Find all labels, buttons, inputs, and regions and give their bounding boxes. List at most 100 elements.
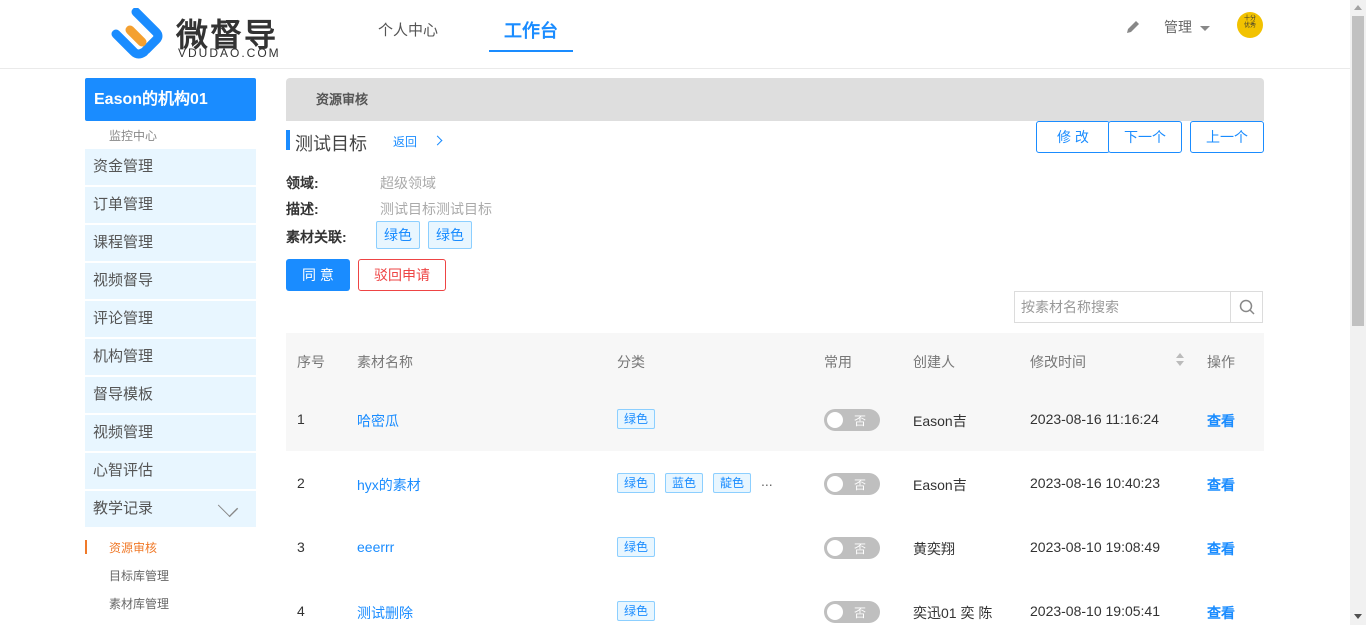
sidebar-item-orders[interactable]: 订单管理 [85, 187, 256, 223]
sidebar-item-assessment[interactable]: 心智评估 [85, 453, 256, 489]
scroll-down-icon[interactable] [1354, 614, 1362, 619]
domain-value: 超级领域 [380, 175, 436, 191]
category-tag: 绿色 [617, 473, 656, 493]
creator: 黄奕翔 [913, 541, 955, 557]
sidebar-item-comments[interactable]: 评论管理 [85, 301, 256, 337]
material-name-link[interactable]: eeerrr [357, 539, 394, 555]
modified-time: 2023-08-10 19:08:49 [1030, 539, 1160, 555]
page-title: 测试目标 [295, 134, 367, 154]
logo-mark-icon [111, 8, 163, 59]
common-toggle[interactable]: 否 [824, 537, 880, 559]
material-tag: 绿色 [376, 221, 420, 249]
previous-button[interactable]: 上一个 [1190, 121, 1264, 153]
creator: Eason吉 [913, 477, 967, 493]
vertical-scrollbar[interactable] [1350, 0, 1366, 625]
top-header: 微督导 VDUDAO.COM 个人中心 工作台 管理 十分 优秀 [0, 0, 1350, 69]
sidebar-item-video-supervision[interactable]: 视频督导 [85, 263, 256, 299]
table-row: 1 哈密瓜 绿色 否 Eason吉 2023-08-16 11:16:24 查看 [286, 387, 1264, 451]
more-tags: ... [761, 473, 773, 489]
edit-button[interactable]: 修 改 [1036, 121, 1110, 153]
search-box [1014, 291, 1263, 323]
brand-domain: VDUDAO.COM [178, 46, 281, 60]
sidebar-item-videos[interactable]: 视频管理 [85, 415, 256, 451]
category-tag: 蓝色 [665, 473, 704, 493]
view-link[interactable]: 查看 [1207, 475, 1235, 495]
category-tag: 绿色 [617, 601, 656, 621]
logo[interactable]: 微督导 VDUDAO.COM [110, 8, 290, 62]
common-toggle[interactable]: 否 [824, 409, 880, 431]
material-name-link[interactable]: 哈密瓜 [357, 411, 399, 431]
column-header-common: 常用 [824, 354, 852, 370]
sidebar-item-monitor[interactable]: 监控中心 [109, 127, 157, 144]
sidebar-sub-material-library[interactable]: 素材库管理 [109, 595, 169, 612]
sidebar-item-templates[interactable]: 督导模板 [85, 377, 256, 413]
table-row: 2 hyx的素材 绿色 蓝色 靛色 ... 否 Eason吉 2023-08-1… [286, 451, 1264, 515]
pencil-icon[interactable] [1124, 18, 1142, 36]
column-header-modified-time[interactable]: 修改时间 [1030, 352, 1086, 372]
toggle-label: 否 [854, 606, 867, 620]
search-icon [1239, 299, 1255, 315]
sidebar-item-funds[interactable]: 资金管理 [85, 149, 256, 185]
creator: 奕迅01 奕 陈 [913, 605, 993, 621]
column-header-category: 分类 [617, 354, 645, 370]
toggle-label: 否 [854, 478, 867, 492]
view-link[interactable]: 查看 [1207, 603, 1235, 623]
category-tag: 靛色 [713, 473, 752, 493]
avatar[interactable]: 十分 优秀 [1237, 12, 1263, 38]
table-header [286, 333, 1264, 387]
creator: Eason吉 [913, 413, 967, 429]
search-button[interactable] [1230, 292, 1262, 322]
reject-button[interactable]: 驳回申请 [358, 259, 446, 291]
sidebar-sub-goal-library[interactable]: 目标库管理 [109, 567, 169, 584]
chevron-down-icon [217, 496, 239, 518]
column-header-no: 序号 [297, 354, 325, 370]
scroll-up-icon[interactable] [1354, 5, 1362, 10]
avatar-text-line2: 优秀 [1243, 23, 1256, 29]
category-tag: 绿色 [617, 537, 656, 557]
material-name-link[interactable]: 测试删除 [357, 603, 413, 623]
chevron-right-icon[interactable] [432, 135, 443, 146]
user-menu[interactable]: 管理 [1164, 17, 1210, 37]
user-menu-label: 管理 [1164, 19, 1192, 35]
sidebar-item-label: 教学记录 [93, 500, 154, 517]
column-header-name: 素材名称 [357, 354, 413, 370]
nav-workbench[interactable]: 工作台 [489, 0, 573, 52]
sort-icon[interactable] [1176, 353, 1184, 367]
view-link[interactable]: 查看 [1207, 411, 1235, 431]
row-no: 4 [297, 603, 305, 619]
common-toggle[interactable]: 否 [824, 473, 880, 495]
column-header-actions: 操作 [1207, 354, 1235, 370]
sidebar-item-institutions[interactable]: 机构管理 [85, 339, 256, 375]
row-no: 1 [297, 411, 305, 427]
back-link[interactable]: 返回 [393, 133, 417, 150]
domain-label: 领域: [286, 175, 319, 191]
common-toggle[interactable]: 否 [824, 601, 880, 623]
avatar-text-line1: 十分 [1243, 16, 1256, 22]
sidebar-item-teaching-records[interactable]: 教学记录 [85, 491, 256, 527]
title-accent-bar [286, 130, 290, 150]
breadcrumb: 资源审核 [286, 78, 1264, 121]
modified-time: 2023-08-16 10:40:23 [1030, 475, 1160, 491]
material-name-link[interactable]: hyx的素材 [357, 475, 421, 495]
modified-time: 2023-08-16 11:16:24 [1030, 411, 1159, 427]
sidebar-sub-resource-review[interactable]: 资源审核 [109, 539, 157, 556]
org-name[interactable]: Eason的机构01 [85, 78, 256, 121]
search-input[interactable] [1015, 292, 1231, 322]
toggle-label: 否 [854, 414, 867, 428]
toggle-label: 否 [854, 542, 867, 556]
column-header-creator: 创建人 [913, 354, 955, 370]
nav-personal-center[interactable]: 个人中心 [378, 0, 438, 52]
table-row: 4 测试删除 绿色 否 奕迅01 奕 陈 2023-08-10 19:05:41… [286, 579, 1264, 625]
approve-button[interactable]: 同 意 [286, 259, 350, 291]
view-link[interactable]: 查看 [1207, 539, 1235, 559]
modified-time: 2023-08-10 19:05:41 [1030, 603, 1160, 619]
row-no: 3 [297, 539, 305, 555]
row-no: 2 [297, 475, 305, 491]
table-row: 3 eeerrr 绿色 否 黄奕翔 2023-08-10 19:08:49 查看 [286, 515, 1264, 579]
chevron-down-icon [1200, 25, 1210, 31]
description-label: 描述: [286, 201, 319, 217]
scrollbar-thumb[interactable] [1352, 16, 1364, 326]
sidebar-item-courses[interactable]: 课程管理 [85, 225, 256, 261]
next-button[interactable]: 下一个 [1108, 121, 1182, 153]
category-tag: 绿色 [617, 409, 656, 429]
